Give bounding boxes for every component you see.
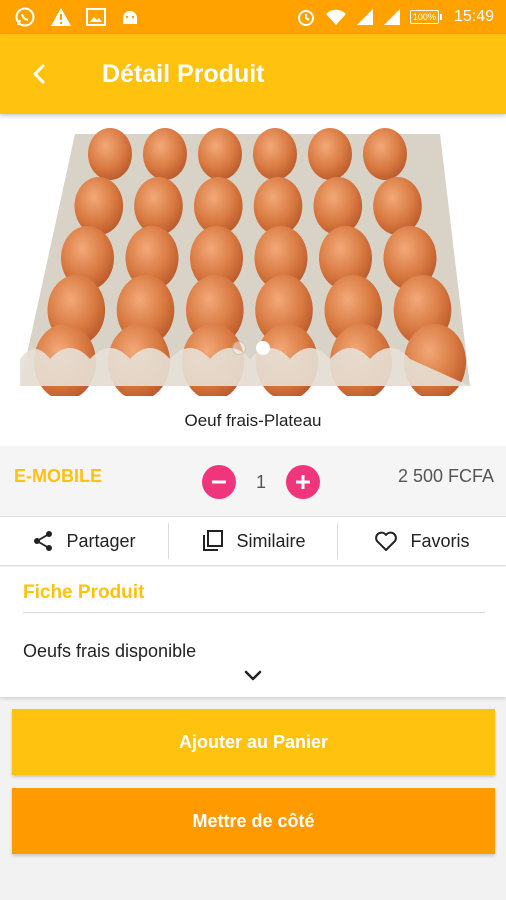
- share-label: Partager: [66, 530, 136, 551]
- signal-icon: [383, 8, 401, 26]
- expand-description-button[interactable]: [244, 669, 262, 687]
- signal-icon: [356, 8, 374, 26]
- alarm-icon: [296, 7, 316, 27]
- similar-button[interactable]: Similaire: [169, 517, 337, 565]
- chevron-down-icon: [244, 670, 262, 681]
- quantity-stepper: 1: [202, 465, 320, 499]
- app-bar: Détail Produit: [0, 34, 506, 114]
- divider: [23, 612, 485, 613]
- wifi-icon: [325, 8, 347, 26]
- seller-name[interactable]: E-MOBILE: [14, 466, 102, 487]
- product-price: 2 500 FCFA: [397, 466, 494, 486]
- status-bar-system: 100% 15:49: [296, 7, 494, 27]
- decrease-quantity-button[interactable]: [202, 465, 236, 499]
- status-bar-notifications: [14, 6, 140, 28]
- heart-icon: [375, 531, 398, 551]
- status-bar-time: 15:49: [453, 8, 494, 25]
- egg: [308, 128, 352, 180]
- arrow-back-icon: [33, 64, 45, 84]
- image-icon: [86, 8, 106, 26]
- share-icon: [34, 531, 53, 551]
- product-image-gallery[interactable]: [0, 114, 506, 396]
- page-dot[interactable]: [232, 341, 246, 355]
- gallery-page-indicator: [232, 341, 270, 355]
- egg: [313, 177, 363, 235]
- page-title: Détail Produit: [102, 59, 265, 88]
- add-to-cart-button[interactable]: Ajouter au Panier: [12, 709, 495, 775]
- egg: [363, 128, 407, 180]
- quantity-value: 1: [255, 471, 266, 492]
- page-dot-active[interactable]: [256, 341, 270, 355]
- set-aside-button[interactable]: Mettre de côté: [12, 788, 495, 854]
- plus-icon: [296, 475, 310, 489]
- copy-icon: [203, 530, 224, 551]
- egg: [373, 177, 422, 235]
- battery-icon: 100%: [409, 10, 442, 24]
- increase-quantity-button[interactable]: [286, 465, 320, 499]
- egg: [74, 177, 124, 235]
- favorites-button[interactable]: Favoris: [338, 517, 506, 565]
- similar-label: Similaire: [236, 530, 306, 551]
- whatsapp-icon: [14, 6, 36, 28]
- share-button[interactable]: Partager: [0, 517, 168, 565]
- egg: [198, 128, 242, 180]
- favorites-label: Favoris: [410, 530, 470, 551]
- status-bar: 100% 15:49: [0, 0, 506, 34]
- minus-icon: [212, 480, 226, 484]
- product-description: Oeufs frais disponible: [23, 641, 197, 661]
- product-sheet-title: Fiche Produit: [23, 582, 145, 603]
- warning-icon: [50, 7, 72, 27]
- back-button[interactable]: [0, 34, 80, 114]
- android-icon: [120, 8, 140, 26]
- product-sheet: Fiche Produit Oeufs frais disponible: [0, 567, 506, 697]
- egg: [88, 128, 132, 180]
- product-name: Oeuf frais-Plateau: [0, 396, 506, 446]
- egg: [253, 128, 297, 180]
- egg: [134, 177, 183, 235]
- action-bar: Partager Similaire Favoris: [0, 516, 506, 566]
- egg: [143, 128, 187, 180]
- product-info-row: E-MOBILE 1 2 500 FCFA: [0, 446, 506, 516]
